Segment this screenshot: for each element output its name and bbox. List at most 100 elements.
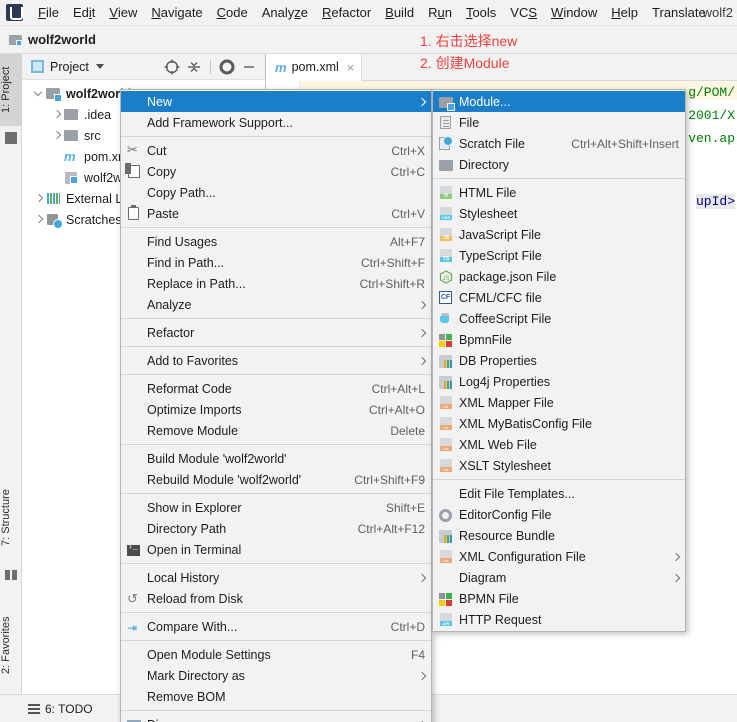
menu-item-directory-path[interactable]: Directory Path Ctrl+Alt+F12 bbox=[121, 518, 431, 539]
submenu-item-xml-mapper-file[interactable]: <> XML Mapper File bbox=[433, 392, 685, 413]
context-menu: New Add Framework Support... ✂ Cut Ctrl+… bbox=[120, 89, 432, 722]
tree-expander[interactable] bbox=[32, 84, 46, 104]
submenu-item-module[interactable]: Module... bbox=[433, 91, 685, 112]
todo-button[interactable]: 6: TODO bbox=[28, 702, 93, 716]
menu-item-analyze[interactable]: Analyze bbox=[121, 294, 431, 315]
menu-item-add-to-favorites[interactable]: Add to Favorites bbox=[121, 350, 431, 371]
submenu-item-label: Diagram bbox=[459, 570, 507, 585]
menu-item-mark-directory-as[interactable]: Mark Directory as bbox=[121, 665, 431, 686]
menu-item-find-usages[interactable]: Find Usages Alt+F7 bbox=[121, 231, 431, 252]
menu-item-remove-module[interactable]: Remove Module Delete bbox=[121, 420, 431, 441]
submenu-item-log4j-properties[interactable]: Log4j Properties bbox=[433, 371, 685, 392]
no-icon bbox=[125, 234, 143, 250]
menu-item-build-module[interactable]: Build Module 'wolf2world' bbox=[121, 448, 431, 469]
submenu-item-html-file[interactable]: H HTML File bbox=[433, 182, 685, 203]
menubar-item-code[interactable]: Code bbox=[210, 2, 255, 23]
submenu-item-directory[interactable]: Directory bbox=[433, 154, 685, 175]
project-panel-toolbar bbox=[162, 57, 265, 77]
sidebar-item-favorites[interactable]: 2: Favorites bbox=[0, 600, 22, 690]
sidebar-item-project[interactable]: 1: Project bbox=[0, 54, 22, 126]
no-icon bbox=[125, 185, 143, 201]
menubar-item-run[interactable]: Run bbox=[421, 2, 459, 23]
submenu-item-xslt-stylesheet[interactable]: <> XSLT Stylesheet bbox=[433, 455, 685, 476]
chevron-down-icon[interactable] bbox=[95, 64, 104, 69]
menubar-item-file[interactable]: File bbox=[31, 2, 66, 23]
submenu-item-cfml-cfc-file[interactable]: CF CFML/CFC file bbox=[433, 287, 685, 308]
menubar-item-refactor[interactable]: Refactor bbox=[315, 2, 378, 23]
tree-expander[interactable] bbox=[32, 210, 46, 230]
menu-item-local-history[interactable]: Local History bbox=[121, 567, 431, 588]
menubar-item-help[interactable]: Help bbox=[604, 2, 645, 23]
no-icon bbox=[125, 297, 143, 313]
submenu-item-http-request[interactable]: API HTTP Request bbox=[433, 609, 685, 630]
submenu-item-coffeescript-file[interactable]: CoffeeScript File bbox=[433, 308, 685, 329]
menu-item-reload-from-disk[interactable]: ↺ Reload from Disk bbox=[121, 588, 431, 609]
tree-expander[interactable] bbox=[50, 105, 64, 125]
submenu-item-editorconfig-file[interactable]: EditorConfig File bbox=[433, 504, 685, 525]
menu-item-show-in-explorer[interactable]: Show in Explorer Shift+E bbox=[121, 497, 431, 518]
menu-item-label: Open in Terminal bbox=[147, 542, 242, 557]
locate-icon[interactable] bbox=[162, 57, 182, 77]
submenu-item-file[interactable]: File bbox=[433, 112, 685, 133]
submenu-item-db-properties[interactable]: DB Properties bbox=[433, 350, 685, 371]
menubar-item-build[interactable]: Build bbox=[378, 2, 421, 23]
folder-icon bbox=[64, 108, 79, 122]
hide-panel-icon[interactable] bbox=[239, 57, 259, 77]
menu-item-find-in-path[interactable]: Find in Path... Ctrl+Shift+F bbox=[121, 252, 431, 273]
submenu-item-typescript-file[interactable]: TS TypeScript File bbox=[433, 245, 685, 266]
menu-item-copy[interactable]: Copy Ctrl+C bbox=[121, 161, 431, 182]
menubar-item-navigate[interactable]: Navigate bbox=[144, 2, 209, 23]
menubar-item-vcs[interactable]: VCS bbox=[503, 2, 544, 23]
project-panel-title[interactable]: Project bbox=[50, 60, 89, 74]
css-file-icon: CSS bbox=[437, 206, 455, 222]
tree-expander[interactable] bbox=[50, 126, 64, 146]
menubar-item-view[interactable]: View bbox=[102, 2, 144, 23]
submenu-item-stylesheet[interactable]: CSS Stylesheet bbox=[433, 203, 685, 224]
tree-expander[interactable] bbox=[32, 189, 46, 209]
collapse-all-icon[interactable] bbox=[184, 57, 204, 77]
menu-item-diagrams[interactable]: Diagrams bbox=[121, 714, 431, 722]
no-icon bbox=[125, 423, 143, 439]
menu-item-replace-in-path[interactable]: Replace in Path... Ctrl+Shift+R bbox=[121, 273, 431, 294]
submenu-item-bpmn-file[interactable]: BPMN File bbox=[433, 588, 685, 609]
submenu-item-resource-bundle[interactable]: Resource Bundle bbox=[433, 525, 685, 546]
menu-item-open-module-settings[interactable]: Open Module Settings F4 bbox=[121, 644, 431, 665]
settings-gear-icon[interactable] bbox=[217, 57, 237, 77]
menu-item-copy-path[interactable]: Copy Path... bbox=[121, 182, 431, 203]
menu-item-add-framework-support[interactable]: Add Framework Support... bbox=[121, 112, 431, 133]
menu-item-open-in-terminal[interactable]: Open in Terminal bbox=[121, 539, 431, 560]
menu-item-new[interactable]: New bbox=[121, 91, 431, 112]
menubar-item-window[interactable]: Window bbox=[544, 2, 604, 23]
menu-item-optimize-imports[interactable]: Optimize Imports Ctrl+Alt+O bbox=[121, 399, 431, 420]
menu-item-compare-with[interactable]: ⇥ Compare With... Ctrl+D bbox=[121, 616, 431, 637]
tab-pom-xml[interactable]: m pom.xml × bbox=[266, 54, 363, 81]
menu-item-label: Copy bbox=[147, 164, 177, 179]
submenu-item-xml-web-file[interactable]: <> XML Web File bbox=[433, 434, 685, 455]
paste-icon bbox=[125, 204, 143, 222]
breadcrumb-project-name[interactable]: wolf2world bbox=[28, 32, 96, 47]
sidebar-item-structure[interactable]: 7: Structure bbox=[0, 472, 22, 564]
close-icon[interactable]: × bbox=[347, 61, 355, 74]
submenu-item-package-json-file[interactable]: JS package.json File bbox=[433, 266, 685, 287]
menubar-item-tools[interactable]: Tools bbox=[459, 2, 503, 23]
menu-item-refactor[interactable]: Refactor bbox=[121, 322, 431, 343]
menu-item-remove-bom[interactable]: Remove BOM bbox=[121, 686, 431, 707]
external-libraries-icon bbox=[46, 192, 61, 206]
menubar-item-edit[interactable]: Edit bbox=[66, 2, 102, 23]
submenu-item-label: XSLT Stylesheet bbox=[459, 458, 551, 473]
submenu-item-diagram[interactable]: Diagram bbox=[433, 567, 685, 588]
menu-item-label: Compare With... bbox=[147, 619, 238, 634]
menu-item-shortcut: Shift+E bbox=[385, 500, 425, 515]
submenu-item-xml-mybatisconfig-file[interactable]: <> XML MyBatisConfig File bbox=[433, 413, 685, 434]
menubar-item-analyze[interactable]: Analyze bbox=[255, 2, 315, 23]
submenu-item-scratch-file[interactable]: Scratch File Ctrl+Alt+Shift+Insert bbox=[433, 133, 685, 154]
menu-item-rebuild-module[interactable]: Rebuild Module 'wolf2world' Ctrl+Shift+F… bbox=[121, 469, 431, 490]
todo-label: 6: TODO bbox=[45, 701, 93, 716]
submenu-item-edit-file-templates[interactable]: Edit File Templates... bbox=[433, 483, 685, 504]
menu-item-reformat-code[interactable]: Reformat Code Ctrl+Alt+L bbox=[121, 378, 431, 399]
submenu-item-xml-configuration-file[interactable]: <> XML Configuration File bbox=[433, 546, 685, 567]
submenu-item-bpmnfile[interactable]: BpmnFile bbox=[433, 329, 685, 350]
menu-item-paste[interactable]: Paste Ctrl+V bbox=[121, 203, 431, 224]
submenu-item-javascript-file[interactable]: JS JavaScript File bbox=[433, 224, 685, 245]
menu-item-cut[interactable]: ✂ Cut Ctrl+X bbox=[121, 140, 431, 161]
